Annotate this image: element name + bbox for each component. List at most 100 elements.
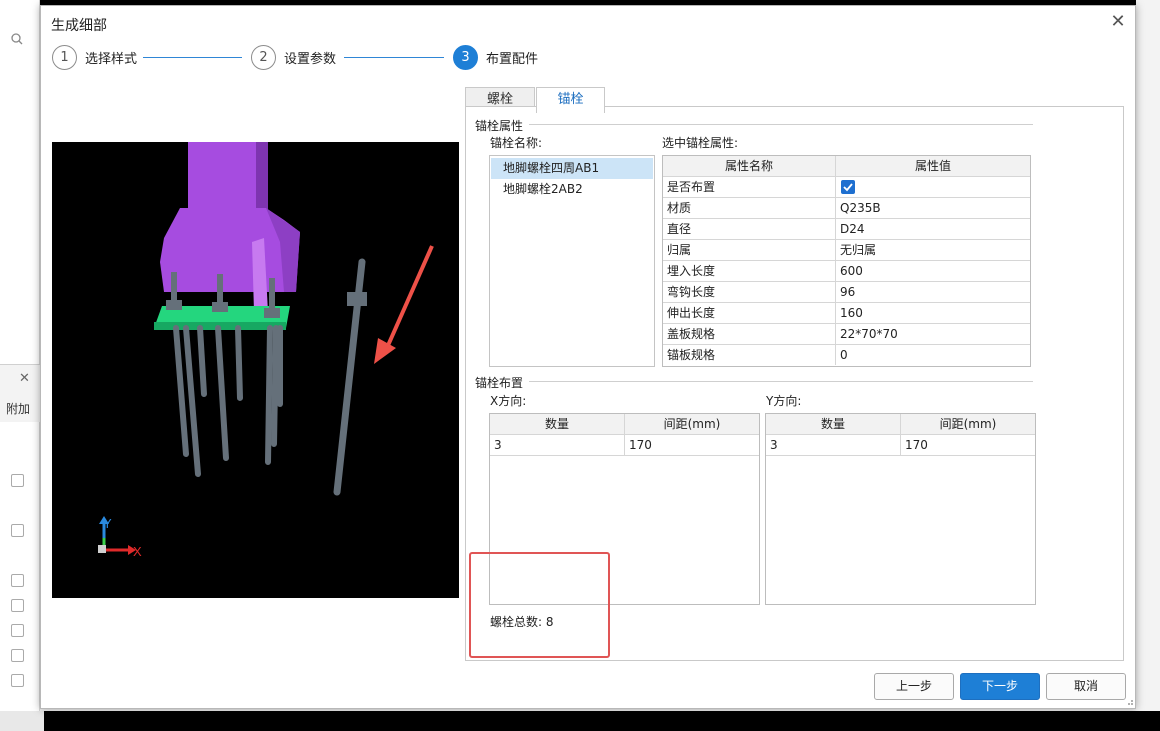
anchor-layout-title: 锚栓布置	[475, 374, 530, 391]
table-row: 是否布置	[663, 177, 1030, 198]
anchor-name-label: 锚栓名称:	[490, 136, 543, 150]
background-checkbox[interactable]	[11, 624, 24, 637]
step-connector	[344, 57, 444, 58]
bolt	[265, 325, 273, 465]
table-row: 归属 无归属	[663, 240, 1030, 261]
step-arrange-parts[interactable]: 3 布置配件	[453, 44, 538, 70]
cancel-button[interactable]: 取消	[1046, 673, 1126, 700]
table-row: 锚板规格 0	[663, 345, 1030, 366]
count-cell[interactable]: 3	[490, 435, 625, 455]
arrow-head	[374, 338, 396, 364]
resize-grip-icon[interactable]	[1124, 696, 1134, 706]
step-set-params[interactable]: 2 设置参数	[251, 44, 336, 70]
table-row[interactable]: 3 170	[490, 435, 759, 456]
property-name: 盖板规格	[663, 324, 836, 344]
step-label: 选择样式	[85, 51, 138, 67]
step-number: 2	[251, 44, 276, 70]
close-icon[interactable]: ✕	[19, 371, 30, 386]
dialog-title: 生成细部	[51, 18, 107, 34]
property-name: 埋入长度	[663, 261, 836, 281]
y-direction-table: 数量 间距(mm) 3 170	[765, 413, 1036, 605]
list-item[interactable]: 地脚螺栓四周AB1	[491, 158, 653, 179]
background-checkbox[interactable]	[11, 674, 24, 687]
table-row: 直径 D24	[663, 219, 1030, 240]
spacing-cell[interactable]: 170	[901, 435, 1035, 455]
bolt	[235, 325, 243, 401]
table-header: 属性名称 属性值	[663, 156, 1030, 177]
column-header: 数量	[766, 414, 901, 434]
bolt	[197, 325, 207, 397]
washer	[166, 300, 182, 310]
property-value[interactable]: 无归属	[836, 240, 1030, 260]
background-status-strip	[0, 711, 44, 731]
background-checkbox[interactable]	[11, 474, 24, 487]
property-value[interactable]: D24	[836, 219, 1030, 239]
axis-origin	[98, 545, 106, 553]
property-name: 直径	[663, 219, 836, 239]
table-row: 弯钩长度 96	[663, 282, 1030, 303]
model-preview-viewport[interactable]: X Y	[52, 142, 459, 598]
table-row: 盖板规格 22*70*70	[663, 324, 1030, 345]
table-header: 数量 间距(mm)	[490, 414, 759, 435]
column-header: 属性值	[836, 156, 1030, 176]
washer	[212, 302, 228, 312]
y-direction-label: Y方向:	[766, 394, 802, 408]
anchor-washer	[347, 292, 367, 306]
background-checkbox[interactable]	[11, 574, 24, 587]
step-number: 3	[453, 44, 478, 70]
column-header: 间距(mm)	[625, 414, 759, 434]
step-number: 1	[52, 44, 77, 70]
tab-anchor-bolt[interactable]: 锚栓	[536, 87, 605, 113]
step-label: 布置配件	[486, 51, 539, 67]
selected-anchor-props-label: 选中锚栓属性:	[662, 136, 739, 150]
anchor-property-table: 属性名称 属性值 是否布置 材质 Q235B 直径 D24 归属 无归属 埋入长…	[662, 155, 1031, 367]
count-cell[interactable]: 3	[766, 435, 901, 455]
highlight-box	[469, 552, 610, 658]
y-axis-label: Y	[103, 516, 112, 531]
background-right-panel	[1136, 0, 1160, 731]
table-row: 材质 Q235B	[663, 198, 1030, 219]
table-row[interactable]: 3 170	[766, 435, 1035, 456]
bolt	[271, 325, 279, 447]
search-icon[interactable]	[4, 30, 32, 48]
table-row: 伸出长度 160	[663, 303, 1030, 324]
property-value[interactable]: 96	[836, 282, 1030, 302]
x-axis-label: X	[133, 544, 142, 559]
column-header: 数量	[490, 414, 625, 434]
x-direction-label: X方向:	[490, 394, 527, 408]
background-checkbox[interactable]	[11, 649, 24, 662]
background-checkbox[interactable]	[11, 524, 24, 537]
property-name: 是否布置	[663, 177, 836, 197]
column-header: 属性名称	[663, 156, 836, 176]
table-header: 数量 间距(mm)	[766, 414, 1035, 435]
anchor-name-list[interactable]: 地脚螺栓四周AB1 地脚螺栓2AB2	[489, 155, 655, 367]
table-row: 埋入长度 600	[663, 261, 1030, 282]
property-value[interactable]: Q235B	[836, 198, 1030, 218]
column-header: 间距(mm)	[901, 414, 1035, 434]
step-select-style[interactable]: 1 选择样式	[52, 44, 137, 70]
close-icon[interactable]: ✕	[1108, 12, 1128, 32]
background-checkbox[interactable]	[11, 599, 24, 612]
anchor-props-title: 锚栓属性	[475, 117, 530, 134]
prev-button[interactable]: 上一步	[874, 673, 954, 700]
property-name: 归属	[663, 240, 836, 260]
arrow-icon	[384, 245, 434, 351]
washer	[264, 308, 280, 318]
bolt	[215, 325, 229, 461]
property-name: 锚板规格	[663, 345, 836, 365]
step-label: 设置参数	[284, 51, 337, 67]
property-name: 材质	[663, 198, 836, 218]
column-base-model: X Y	[98, 142, 434, 559]
spacing-cell[interactable]: 170	[625, 435, 759, 455]
property-value[interactable]: 600	[836, 261, 1030, 281]
attach-label: 附加	[6, 402, 31, 416]
property-value[interactable]: 0	[836, 345, 1030, 365]
next-button[interactable]: 下一步	[960, 673, 1040, 700]
property-value	[836, 177, 1030, 197]
place-checkbox[interactable]	[841, 180, 855, 194]
list-item[interactable]: 地脚螺栓2AB2	[491, 179, 653, 200]
property-value[interactable]: 160	[836, 303, 1030, 323]
property-name: 伸出长度	[663, 303, 836, 323]
property-value[interactable]: 22*70*70	[836, 324, 1030, 344]
checkmark-icon	[843, 183, 853, 192]
